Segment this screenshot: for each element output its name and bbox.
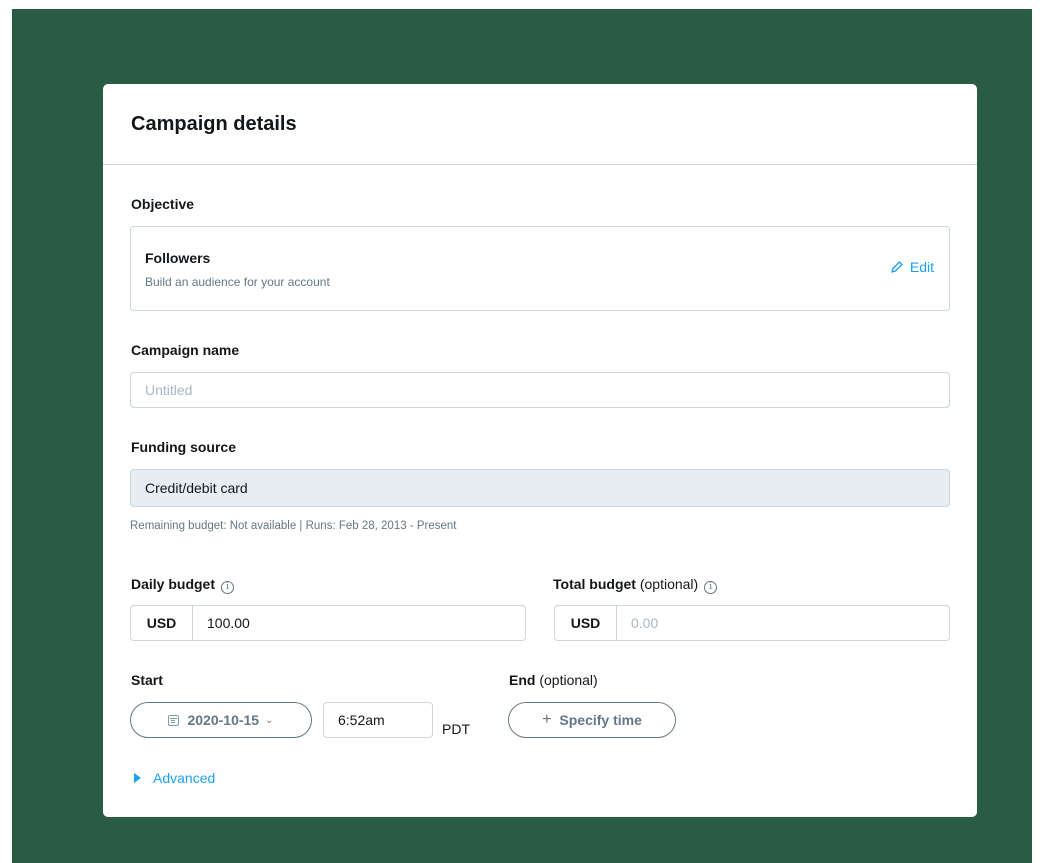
total-budget-label: Total budget (optional) i [553,576,718,594]
start-date-picker[interactable]: 2020-10-15 ⌄ [130,702,312,738]
objective-subtitle: Build an audience for your account [145,275,330,289]
total-budget-currency: USD [555,606,617,640]
advanced-label: Advanced [153,770,216,786]
card-title: Campaign details [131,113,297,135]
funding-helper-text: Remaining budget: Not available | Runs: … [130,520,457,532]
advanced-toggle[interactable]: Advanced [134,770,215,786]
daily-budget-currency: USD [131,606,193,640]
chevron-down-icon: ⌄ [265,714,274,726]
start-date-value: 2020-10-15 [187,712,260,728]
total-budget-label-text: Total budget [553,576,636,592]
pencil-icon [891,261,903,273]
objective-title: Followers [145,250,211,266]
campaign-name-label: Campaign name [131,342,240,358]
page-background: Campaign details Objective Followers Bui… [12,9,1032,863]
objective-box: Followers Build an audience for your acc… [130,226,950,311]
daily-budget-input[interactable] [193,606,525,640]
specify-time-label: Specify time [559,712,642,728]
end-label-text: End [509,672,536,688]
funding-source-label: Funding source [131,439,236,455]
triangle-right-icon [134,773,141,783]
end-label: End (optional) [509,672,598,688]
campaign-details-card: Campaign details Objective Followers Bui… [103,84,977,817]
objective-label: Objective [131,196,195,212]
total-budget-field: USD [554,605,950,641]
daily-budget-field: USD [130,605,526,641]
daily-budget-label-text: Daily budget [131,576,216,592]
start-time-input[interactable] [323,702,433,738]
total-budget-optional: (optional) [639,576,699,592]
header-divider [103,164,977,165]
end-optional: (optional) [539,672,598,688]
edit-label: Edit [909,259,934,275]
funding-source-select[interactable]: Credit/debit card [130,469,950,507]
campaign-name-input[interactable] [130,372,950,408]
total-budget-input[interactable] [617,606,949,640]
plus-icon: + [542,711,552,728]
info-icon[interactable]: i [704,581,718,594]
calendar-icon [168,714,180,726]
specify-time-button[interactable]: + Specify time [508,702,676,738]
edit-objective-button[interactable]: Edit [890,259,934,275]
start-label: Start [131,672,163,688]
timezone-label: PDT [442,721,470,737]
daily-budget-label: Daily budget i [131,576,235,594]
info-icon[interactable]: i [221,581,235,594]
